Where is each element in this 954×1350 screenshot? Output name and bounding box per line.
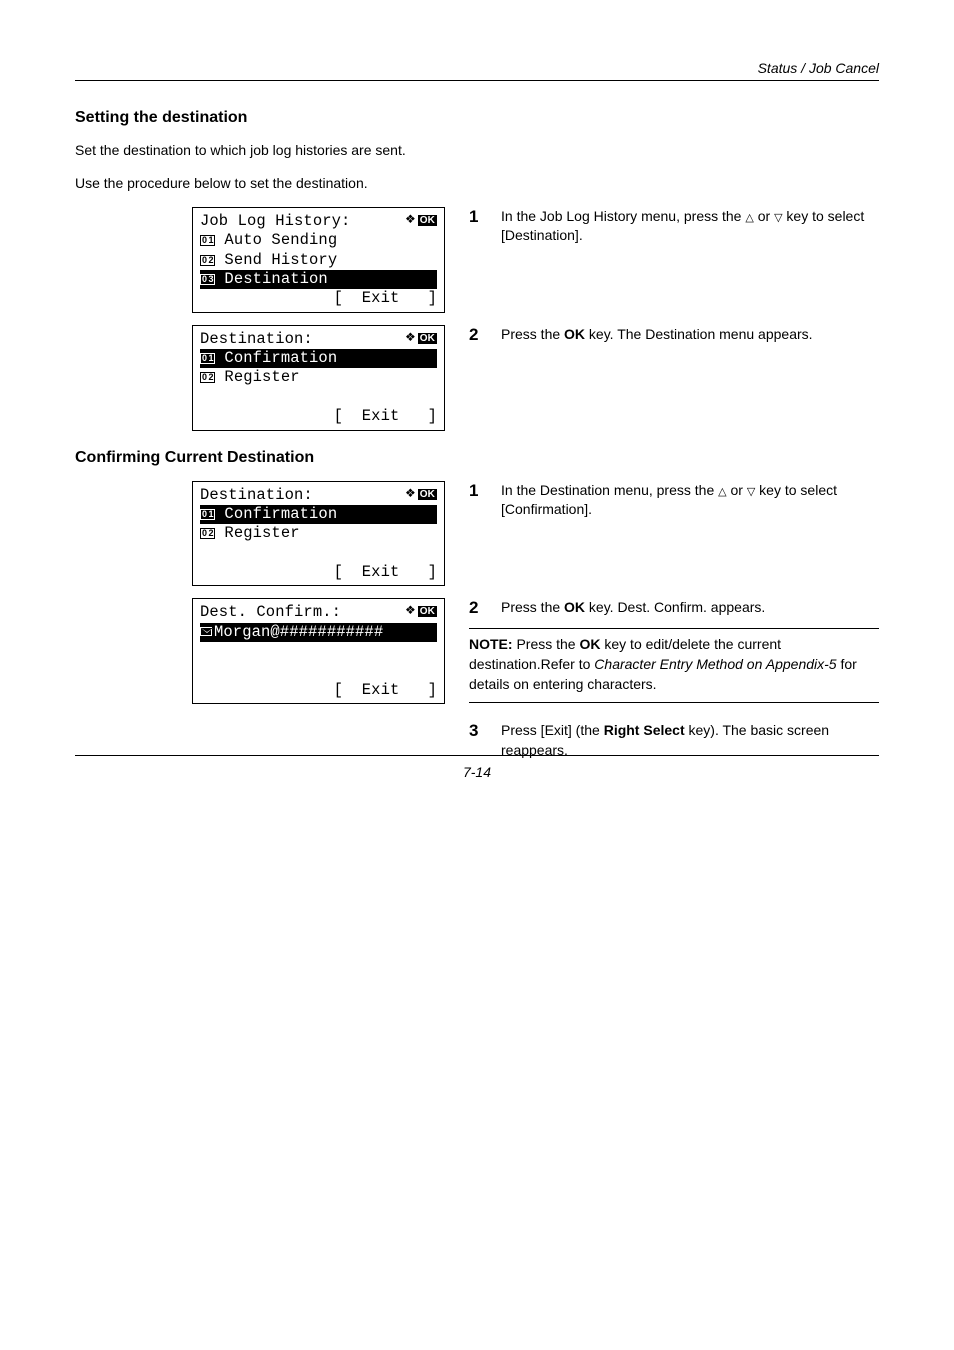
step-text: In the Job Log History menu, press the △… [501,207,879,246]
step-text: Press the OK key. Dest. Confirm. appears… [501,598,879,618]
item-num-01: 0 1 [200,235,215,246]
top-rule [75,80,879,81]
lcd-title: Dest. Confirm.: [200,603,341,621]
lcd-item-register: Register [224,368,299,386]
lcd-job-log-history: Job Log History: ❖OK 0 1 Auto Sending 0 2… [192,207,445,313]
lcd-destination-menu: Destination: ❖OK 0 1 Confirmation 0 2 Reg… [192,325,445,431]
step-number: 1 [469,481,485,501]
lcd-exit: [ Exit ] [200,289,437,308]
heading-setting-destination: Setting the destination [75,109,879,127]
step-number: 2 [469,325,485,345]
page-number: 7-14 [463,764,491,780]
step-number: 3 [469,721,485,741]
item-num-02: 0 2 [200,255,215,266]
heading-confirming-destination: Confirming Current Destination [75,449,879,467]
lcd-item-auto-sending: Auto Sending [224,231,337,249]
item-num-02: 0 2 [200,372,215,383]
up-arrow-icon: △ [745,211,753,226]
page-footer: 7-14 [75,755,879,780]
running-header: Status / Job Cancel [75,60,879,76]
step-number: 1 [469,207,485,227]
nav-ok-icon: ❖OK [405,330,437,346]
lcd-item-email: Morgan@########### [214,623,383,641]
nav-ok-icon: ❖OK [405,212,437,228]
nav-ok-icon: ❖OK [405,486,437,502]
mail-icon [200,627,212,636]
item-num-01: 0 1 [200,353,215,364]
lcd-title: Destination: [200,486,313,504]
step-text: In the Destination menu, press the △ or … [501,481,879,520]
lcd-item-send-history: Send History [224,251,337,269]
lcd-exit: [ Exit ] [200,407,437,426]
lcd-item-confirmation: Confirmation [224,349,337,367]
note-block: NOTE: Press the OK key to edit/delete th… [469,628,879,703]
lcd-title: Destination: [200,330,313,348]
lcd-item-destination: Destination [224,270,327,288]
lcd-exit: [ Exit ] [200,681,437,700]
lcd-item-confirmation: Confirmation [224,505,337,523]
item-num-01: 0 1 [200,509,215,520]
lcd-destination-menu-2: Destination: ❖OK 0 1 Confirmation 0 2 Reg… [192,481,445,587]
item-num-03: 0 3 [200,274,215,285]
lcd-dest-confirm: Dest. Confirm.: ❖OK Morgan@########### [ … [192,598,445,704]
up-arrow-icon: △ [718,485,726,500]
lcd-exit: [ Exit ] [200,563,437,582]
para-set-destination: Set the destination to which job log his… [75,141,879,160]
down-arrow-icon: ▽ [774,211,782,226]
step-number: 2 [469,598,485,618]
step-text: Press the OK key. The Destination menu a… [501,325,879,345]
item-num-02: 0 2 [200,528,215,539]
nav-ok-icon: ❖OK [405,603,437,619]
lcd-item-register: Register [224,524,299,542]
lcd-title: Job Log History: [200,212,350,230]
para-use-procedure: Use the procedure below to set the desti… [75,174,879,193]
